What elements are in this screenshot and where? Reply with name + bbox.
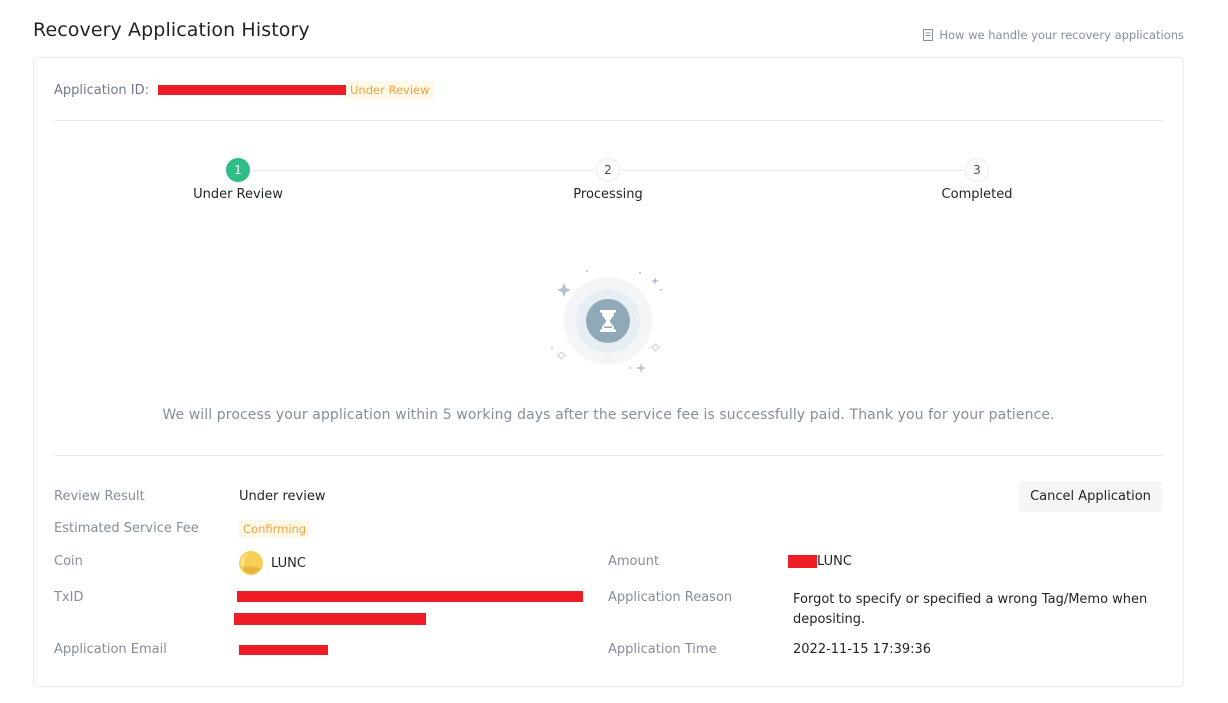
- application-reason-line1: Forgot to specify or specified a wrong T…: [793, 592, 1148, 607]
- service-fee-label: Estimated Service Fee: [54, 521, 199, 536]
- application-id-label: Application ID: [54, 82, 145, 98]
- progress-stepper: 1 Under Review 2 Processing 3 Completed: [34, 158, 1183, 208]
- step-label: Processing: [573, 187, 643, 202]
- lunc-coin-icon: [239, 551, 263, 575]
- coin-value: LUNC: [239, 551, 306, 575]
- step-number: 1: [226, 158, 250, 182]
- redacted-application-id: [158, 85, 347, 95]
- step-label: Completed: [941, 187, 1013, 202]
- application-reason-label: Application Reason: [608, 590, 733, 605]
- help-link-label[interactable]: How we handle your recovery applications: [939, 28, 1184, 42]
- step-under-review: 1 Under Review: [168, 158, 308, 202]
- step-completed: 3 Completed: [907, 158, 1047, 202]
- review-result-label: Review Result: [54, 489, 145, 504]
- txid-label: TxID: [54, 590, 84, 605]
- amount-value: LUNC: [788, 554, 852, 569]
- redacted-txid-line2: [234, 613, 426, 625]
- application-card: Application ID : Under Review 1 Under Re…: [33, 57, 1184, 687]
- redacted-amount: [788, 555, 817, 568]
- coin-name: LUNC: [271, 555, 306, 571]
- application-id-colon: :: [144, 82, 150, 98]
- divider-top: [54, 120, 1163, 121]
- redacted-email: [239, 645, 328, 655]
- application-time-value: 2022-11-15 17:39:36: [793, 642, 932, 657]
- application-reason-line2: depositing.: [793, 612, 866, 627]
- status-badge: Under Review: [346, 81, 434, 99]
- redacted-txid-line1: [237, 591, 583, 602]
- coin-label: Coin: [54, 554, 83, 569]
- service-fee-status-badge: Confirming: [239, 520, 311, 538]
- divider-bottom: [54, 455, 1163, 456]
- step-number: 3: [965, 158, 989, 182]
- amount-unit: LUNC: [817, 554, 852, 569]
- application-time-label: Application Time: [608, 642, 717, 657]
- hourglass-illustration: [550, 269, 663, 373]
- application-reason-value: Forgot to specify or specified a wrong T…: [793, 590, 1147, 630]
- help-link[interactable]: How we handle your recovery applications: [923, 28, 1184, 42]
- page-title: Recovery Application History: [33, 19, 310, 41]
- step-number: 2: [596, 158, 620, 182]
- application-email-label: Application Email: [54, 642, 167, 657]
- processing-notice: We will process your application within …: [162, 407, 1055, 423]
- review-result-value: Under review: [239, 489, 326, 504]
- step-label: Under Review: [193, 187, 283, 202]
- step-processing: 2 Processing: [538, 158, 678, 202]
- application-id-row: Application ID : Under Review: [54, 81, 434, 99]
- amount-label: Amount: [608, 554, 660, 569]
- document-icon: [923, 29, 934, 41]
- cancel-application-button[interactable]: Cancel Application: [1019, 481, 1162, 512]
